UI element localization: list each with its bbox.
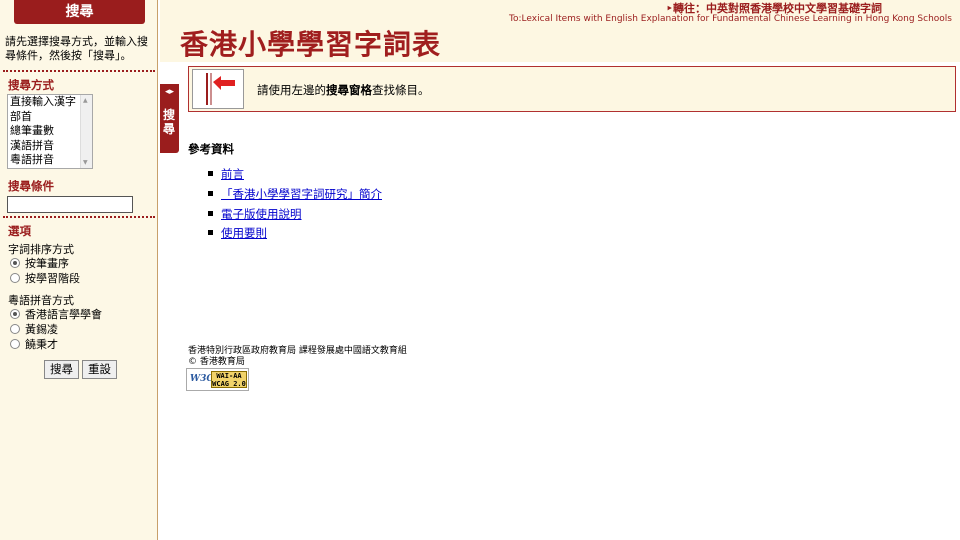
search-condition-title: 搜尋條件 bbox=[8, 179, 54, 193]
radio-label: 黃錫凌 bbox=[25, 323, 58, 336]
radio-label: 按筆畫序 bbox=[25, 257, 69, 270]
sort-order-label: 字詞排序方式 bbox=[8, 243, 74, 256]
radio-sort-stage[interactable]: 按學習階段 bbox=[10, 271, 80, 286]
divider bbox=[3, 70, 155, 72]
link-study-intro[interactable]: 「香港小學學習字詞研究」簡介 bbox=[221, 187, 382, 201]
radio-label: 饒秉才 bbox=[25, 338, 58, 351]
divider bbox=[3, 216, 155, 218]
scroll-up-icon[interactable]: ▲ bbox=[83, 97, 88, 104]
w3c-logo: W3C bbox=[190, 374, 214, 384]
search-hint-box: 請使用左邊的搜尋窗格查找條目。 bbox=[188, 66, 956, 112]
search-pane-header: 搜尋 bbox=[14, 0, 145, 24]
link-foreword[interactable]: 前言 bbox=[221, 167, 244, 181]
references-heading: 參考資料 bbox=[188, 142, 234, 156]
search-method-title: 搜尋方式 bbox=[8, 78, 54, 92]
radio-label: 按學習階段 bbox=[25, 272, 80, 285]
radio-selected-icon[interactable] bbox=[10, 309, 20, 319]
link-usage-guide[interactable]: 電子版使用說明 bbox=[221, 207, 302, 221]
wcag-badge[interactable]: W3C WAI-AA WCAG 2.0 bbox=[186, 368, 249, 391]
options-title: 選項 bbox=[8, 224, 31, 238]
radio-icon[interactable] bbox=[10, 324, 20, 334]
reference-item: 前言 bbox=[208, 166, 244, 182]
bullet-icon bbox=[208, 211, 213, 216]
reference-item: 「香港小學學習字詞研究」簡介 bbox=[208, 186, 382, 202]
bullet-icon bbox=[208, 171, 213, 176]
page-title: 香港小學學習字詞表 bbox=[180, 28, 442, 61]
radio-jyutping-lshk[interactable]: 香港語言學學會 bbox=[10, 307, 102, 322]
reference-item: 電子版使用說明 bbox=[208, 206, 302, 222]
search-hint-text: 請使用左邊的搜尋窗格查找條目。 bbox=[257, 82, 430, 98]
search-instructions: 請先選擇搜尋方式，並輸入搜尋條件，然後按「搜尋」。 bbox=[5, 35, 148, 62]
footer-copyright: © 香港教育局 bbox=[188, 357, 245, 367]
hint-prefix: 請使用左邊的 bbox=[257, 83, 326, 97]
wcag-version: WCAG 2.0 bbox=[212, 379, 246, 388]
search-button[interactable]: 搜尋 bbox=[44, 360, 79, 379]
expand-collapse-icon[interactable]: ◂▸ bbox=[165, 87, 174, 97]
radio-sort-stroke[interactable]: 按筆畫序 bbox=[10, 256, 69, 271]
hint-emphasis: 搜尋窗格 bbox=[326, 83, 372, 97]
reset-button[interactable]: 重設 bbox=[82, 360, 117, 379]
search-condition-input[interactable] bbox=[7, 196, 133, 213]
radio-label: 香港語言學學會 bbox=[25, 308, 102, 321]
bullet-icon bbox=[208, 191, 213, 196]
radio-jyutping-wong[interactable]: 黃錫凌 bbox=[10, 322, 58, 337]
hint-suffix: 查找條目。 bbox=[372, 83, 430, 97]
list-scrollbar[interactable]: ▲ ▼ bbox=[80, 95, 92, 168]
left-pane-arrow-icon bbox=[192, 69, 244, 109]
alt-site-subtitle[interactable]: To:Lexical Items with English Explanatio… bbox=[509, 14, 952, 24]
search-pane-toggle[interactable]: ◂▸ 搜尋 bbox=[160, 84, 179, 153]
scroll-down-icon[interactable]: ▼ bbox=[83, 159, 88, 166]
wcag-label: WAI-AA WCAG 2.0 bbox=[211, 371, 247, 388]
radio-icon[interactable] bbox=[10, 273, 20, 283]
jyutping-label: 粵語拼音方式 bbox=[8, 294, 74, 307]
reference-item: 使用要則 bbox=[208, 225, 267, 241]
radio-jyutping-rao[interactable]: 饒秉才 bbox=[10, 337, 58, 352]
toggle-label: 搜尋 bbox=[163, 108, 176, 136]
link-terms-of-use[interactable]: 使用要則 bbox=[221, 226, 267, 240]
search-pane: 搜尋 請先選擇搜尋方式，並輸入搜尋條件，然後按「搜尋」。 搜尋方式 直接輸入漢字… bbox=[0, 0, 158, 540]
radio-selected-icon[interactable] bbox=[10, 258, 20, 268]
radio-icon[interactable] bbox=[10, 339, 20, 349]
bullet-icon bbox=[208, 230, 213, 235]
page-header: ‣轉往：中英對照香港學校中文學習基礎字詞 To:Lexical Items wi… bbox=[160, 0, 960, 62]
search-method-list[interactable]: 直接輸入漢字 部首 總筆畫數 漢語拼音 粵語拼音 ▲ ▼ bbox=[7, 94, 93, 169]
